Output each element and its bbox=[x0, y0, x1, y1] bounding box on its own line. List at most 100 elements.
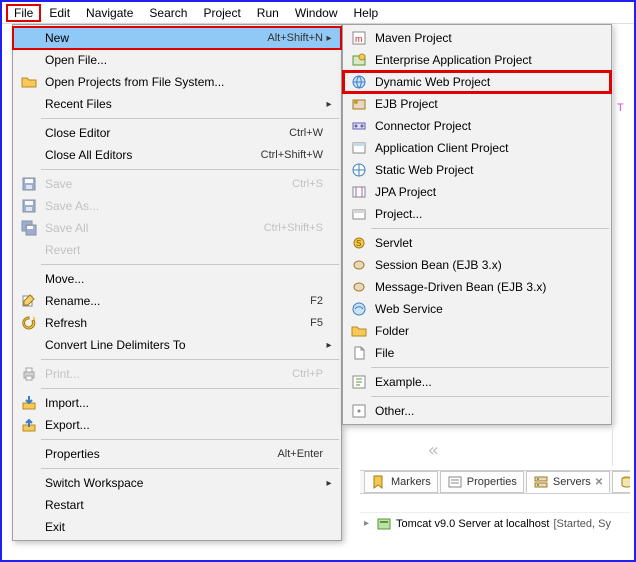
menu-item-accel: F5 bbox=[302, 317, 323, 329]
file-menu-item: SaveCtrl+S bbox=[13, 173, 341, 195]
menubar-item-search[interactable]: Search bbox=[141, 4, 195, 22]
tab-d[interactable]: D bbox=[612, 471, 630, 493]
ws-icon bbox=[349, 301, 369, 317]
new-submenu: mMaven Project Enterprise Application Pro… bbox=[342, 24, 612, 425]
file-menu-item[interactable]: Open Projects from File System... bbox=[13, 71, 341, 93]
new-submenu-item[interactable]: Application Client Project bbox=[343, 137, 611, 159]
new-submenu-item[interactable]: Static Web Project bbox=[343, 159, 611, 181]
new-submenu-item[interactable]: Dynamic Web Project bbox=[343, 71, 611, 93]
file-menu-item[interactable]: Open File... bbox=[13, 49, 341, 71]
new-submenu-item[interactable]: Other... bbox=[343, 400, 611, 422]
menu-item-accel: Ctrl+P bbox=[284, 368, 323, 380]
file-menu-item[interactable]: Recent Files▸ bbox=[13, 93, 341, 115]
menu-item-label: Restart bbox=[39, 498, 323, 512]
menu-separator bbox=[41, 468, 339, 469]
perspective-label: T bbox=[617, 102, 624, 114]
blank-icon bbox=[19, 497, 39, 513]
new-submenu-item[interactable]: Enterprise Application Project bbox=[343, 49, 611, 71]
menu-item-label: Message-Driven Bean (EJB 3.x) bbox=[369, 280, 605, 294]
menubar-item-run[interactable]: Run bbox=[249, 4, 287, 22]
menu-item-label: Enterprise Application Project bbox=[369, 53, 605, 67]
new-submenu-item[interactable]: Example... bbox=[343, 371, 611, 393]
new-submenu-item[interactable]: File bbox=[343, 342, 611, 364]
new-submenu-item[interactable]: Connector Project bbox=[343, 115, 611, 137]
new-submenu-item[interactable]: Folder bbox=[343, 320, 611, 342]
file-menu-item[interactable]: Exit bbox=[13, 516, 341, 538]
file-menu-item[interactable]: Restart bbox=[13, 494, 341, 516]
file-menu-item[interactable]: Close All EditorsCtrl+Shift+W bbox=[13, 144, 341, 166]
import-icon bbox=[19, 395, 39, 411]
new-submenu-item[interactable]: JPA Project bbox=[343, 181, 611, 203]
file-menu-item[interactable]: PropertiesAlt+Enter bbox=[13, 443, 341, 465]
tab-servers[interactable]: Servers✕ bbox=[526, 471, 610, 493]
file-menu-item[interactable]: Switch Workspace▸ bbox=[13, 472, 341, 494]
svg-text:S: S bbox=[356, 239, 361, 248]
menu-item-label: Web Service bbox=[369, 302, 605, 316]
file-menu-item[interactable]: Export... bbox=[13, 414, 341, 436]
menu-item-label: Close All Editors bbox=[39, 148, 253, 162]
menu-item-label: Switch Workspace bbox=[39, 476, 323, 490]
blank-icon bbox=[19, 446, 39, 462]
menu-item-label: Dynamic Web Project bbox=[369, 75, 605, 89]
submenu-arrow-icon: ▸ bbox=[323, 33, 335, 44]
menubar-item-file[interactable]: File bbox=[6, 4, 41, 22]
file-menu-item[interactable]: Move... bbox=[13, 268, 341, 290]
menu-item-label: Print... bbox=[39, 367, 284, 381]
save-icon bbox=[19, 176, 39, 192]
menu-item-label: Rename... bbox=[39, 294, 302, 308]
print-icon bbox=[19, 366, 39, 382]
new-submenu-item[interactable]: SServlet bbox=[343, 232, 611, 254]
bean-icon bbox=[349, 279, 369, 295]
maven-icon: m bbox=[349, 30, 369, 46]
submenu-arrow-icon: ▸ bbox=[323, 340, 335, 351]
file-icon bbox=[349, 345, 369, 361]
menubar-item-navigate[interactable]: Navigate bbox=[78, 4, 141, 22]
servers-view-row[interactable]: ▸ Tomcat v9.0 Server at localhost [Start… bbox=[360, 512, 630, 534]
file-menu-item[interactable]: Import... bbox=[13, 392, 341, 414]
file-menu-item[interactable]: RefreshF5 bbox=[13, 312, 341, 334]
file-menu-item: Save AllCtrl+Shift+S bbox=[13, 217, 341, 239]
menu-item-label: Connector Project bbox=[369, 119, 605, 133]
menu-item-label: Application Client Project bbox=[369, 141, 605, 155]
ejb-icon bbox=[349, 96, 369, 112]
menubar-item-edit[interactable]: Edit bbox=[41, 4, 78, 22]
ear-icon bbox=[349, 52, 369, 68]
new-submenu-item[interactable]: Project... bbox=[343, 203, 611, 225]
menu-item-label: Save bbox=[39, 177, 284, 191]
conn-icon bbox=[349, 118, 369, 134]
tab-markers[interactable]: Markers bbox=[364, 471, 438, 493]
menubar-item-help[interactable]: Help bbox=[346, 4, 387, 22]
menu-item-accel: Ctrl+S bbox=[284, 178, 323, 190]
menu-separator bbox=[371, 228, 609, 229]
menu-item-label: Folder bbox=[369, 324, 605, 338]
menubar-item-window[interactable]: Window bbox=[287, 4, 346, 22]
new-submenu-item[interactable]: Message-Driven Bean (EJB 3.x) bbox=[343, 276, 611, 298]
folder-icon bbox=[349, 323, 369, 339]
menu-item-label: Recent Files bbox=[39, 97, 323, 111]
menu-item-accel: Ctrl+Shift+S bbox=[256, 222, 323, 234]
scroll-back-icon[interactable]: « bbox=[428, 440, 439, 461]
new-submenu-item[interactable]: EJB Project bbox=[343, 93, 611, 115]
tree-expand-icon[interactable]: ▸ bbox=[364, 518, 376, 529]
menu-item-label: Properties bbox=[39, 447, 269, 461]
file-menu-item[interactable]: NewAlt+Shift+N▸ bbox=[13, 27, 341, 49]
markers-icon bbox=[371, 474, 387, 490]
blank-icon bbox=[19, 96, 39, 112]
file-menu-item[interactable]: Convert Line Delimiters To▸ bbox=[13, 334, 341, 356]
save-icon bbox=[19, 198, 39, 214]
menu-item-label: Project... bbox=[369, 207, 605, 221]
menu-item-label: Revert bbox=[39, 243, 323, 257]
new-submenu-item[interactable]: Web Service bbox=[343, 298, 611, 320]
new-submenu-item[interactable]: Session Bean (EJB 3.x) bbox=[343, 254, 611, 276]
menu-item-label: Example... bbox=[369, 375, 605, 389]
export-icon bbox=[19, 417, 39, 433]
menu-item-label: Close Editor bbox=[39, 126, 281, 140]
menubar-item-project[interactable]: Project bbox=[195, 4, 248, 22]
tab-properties[interactable]: Properties bbox=[440, 471, 524, 493]
menu-item-label: Static Web Project bbox=[369, 163, 605, 177]
new-submenu-item[interactable]: mMaven Project bbox=[343, 27, 611, 49]
file-menu-item[interactable]: Close EditorCtrl+W bbox=[13, 122, 341, 144]
menu-separator bbox=[41, 118, 339, 119]
close-icon[interactable]: ✕ bbox=[595, 477, 603, 488]
file-menu-item[interactable]: Rename...F2 bbox=[13, 290, 341, 312]
